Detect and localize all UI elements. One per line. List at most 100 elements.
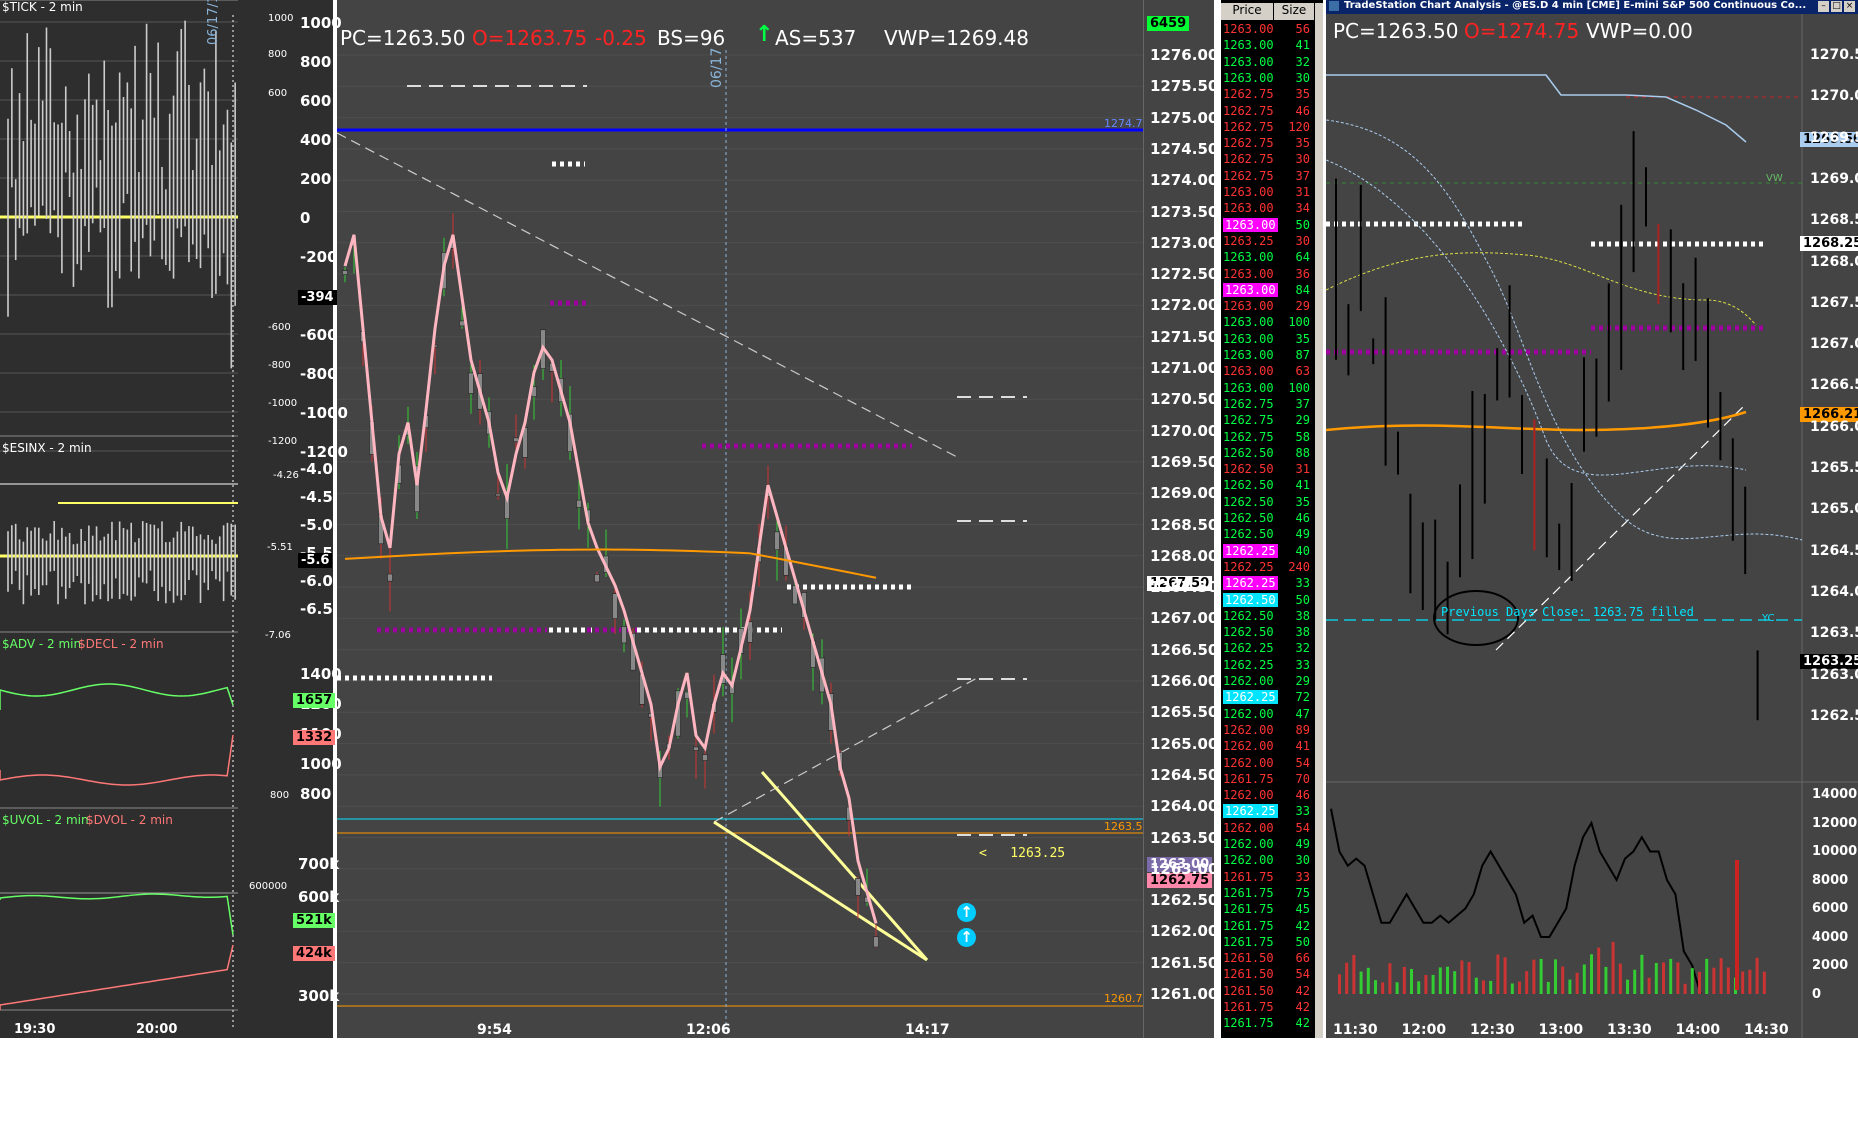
dom-row[interactable]: 1263.00 63	[1221, 364, 1322, 380]
dom-row[interactable]: 1262.00 49	[1221, 837, 1322, 853]
dom-row[interactable]: 1261.75 50	[1221, 935, 1322, 951]
dom-row[interactable]: 1261.50 54	[1221, 967, 1322, 983]
dom-row[interactable]: 1262.00 46	[1221, 788, 1322, 804]
volume-bar	[1618, 963, 1622, 994]
dom-row[interactable]: 1261.75 45	[1221, 902, 1322, 918]
dom-size: 35	[1295, 331, 1310, 346]
dom-row[interactable]: 1263.00 32	[1221, 55, 1322, 71]
volume-bar	[1647, 977, 1651, 994]
dom-price: 1262.50	[1223, 462, 1274, 477]
dom-row[interactable]: 1263.00 31	[1221, 185, 1322, 201]
dom-price: 1262.50	[1223, 478, 1274, 493]
dom-row[interactable]: 1262.25 32	[1221, 641, 1322, 657]
volume-axis-label: 8000	[1812, 872, 1849, 888]
dom-price: 1262.25	[1223, 804, 1278, 819]
dom-row[interactable]: 1262.00 54	[1221, 821, 1322, 837]
dom-row[interactable]: 1262.00 30	[1221, 853, 1322, 869]
volume-bar	[1568, 979, 1572, 994]
dom-row[interactable]: 1263.00 64	[1221, 250, 1322, 266]
dom-row[interactable]: 1262.25 40	[1221, 543, 1322, 560]
tick-small-label: 800	[268, 49, 288, 60]
left-indicator-plots	[0, 0, 278, 1030]
right-time-label: 12:30	[1470, 1022, 1515, 1038]
dom-size: 100	[1288, 315, 1310, 330]
dom-row[interactable]: 1262.75 58	[1221, 430, 1322, 446]
dom-row[interactable]: 1263.00 84	[1221, 282, 1322, 299]
dom-row[interactable]: 1262.75 35	[1221, 136, 1322, 152]
dom-size: 120	[1288, 119, 1310, 134]
dom-row[interactable]: 1262.25 240	[1221, 560, 1322, 576]
dom-row[interactable]: 1262.50 31	[1221, 462, 1322, 478]
dom-size: 54	[1295, 967, 1310, 982]
right-time-label: 12:00	[1401, 1022, 1447, 1038]
dom-scrollbar[interactable]	[1315, 3, 1323, 1038]
dom-row[interactable]: 1262.75 30	[1221, 152, 1322, 168]
volume-axis-label: 4000	[1812, 929, 1849, 945]
dom-row[interactable]: 1262.00 47	[1221, 707, 1322, 723]
dom-row[interactable]: 1262.75 37	[1221, 397, 1322, 413]
dom-row[interactable]: 1261.75 42	[1221, 1000, 1322, 1016]
dom-row[interactable]: 1262.75 46	[1221, 104, 1322, 120]
volume-bar	[1611, 941, 1615, 994]
dom-row[interactable]: 1263.00 41	[1221, 38, 1322, 54]
dom-size: 58	[1295, 429, 1310, 444]
dom-price: 1261.75	[1223, 918, 1274, 933]
dom-row[interactable]: 1263.00 56	[1221, 22, 1322, 38]
dom-row[interactable]: 1262.75 29	[1221, 413, 1322, 429]
volume-bar	[1654, 962, 1658, 994]
depth-of-market-ladder[interactable]: Price Size 1263.00 56 1263.00 41 1263.00 32 12…	[1221, 0, 1323, 1038]
dom-row[interactable]: 1262.50 50	[1221, 592, 1322, 609]
dom-row[interactable]: 1262.50 88	[1221, 446, 1322, 462]
volume-bar	[1561, 966, 1565, 994]
dom-row[interactable]: 1262.50 38	[1221, 609, 1322, 625]
dom-row[interactable]: 1263.00 34	[1221, 201, 1322, 217]
price-axis-label: 1265.50	[1150, 703, 1219, 722]
volume-bar	[1431, 974, 1435, 994]
dom-row[interactable]: 1263.00 29	[1221, 299, 1322, 315]
dom-header-price[interactable]: Price	[1221, 3, 1273, 20]
dom-row[interactable]: 1262.00 54	[1221, 756, 1322, 772]
dom-row[interactable]: 1261.75 42	[1221, 1016, 1322, 1032]
dom-row[interactable]: 1262.25 33	[1221, 576, 1322, 592]
dom-size: 75	[1295, 885, 1310, 900]
dom-row[interactable]: 1263.00 50	[1221, 217, 1322, 234]
dom-row[interactable]: 1263.25 30	[1221, 234, 1322, 250]
price-axis-label: 1262.50	[1150, 891, 1219, 910]
dom-row[interactable]: 1262.75 37	[1221, 169, 1322, 185]
dom-row[interactable]: 1263.00 36	[1221, 267, 1322, 283]
dom-row[interactable]: 1263.00 35	[1221, 332, 1322, 348]
dom-row[interactable]: 1262.50 41	[1221, 478, 1322, 494]
dom-row[interactable]: 1261.75 70	[1221, 772, 1322, 788]
dom-size: 72	[1295, 690, 1310, 705]
dom-row[interactable]: 1261.50 42	[1221, 984, 1322, 1000]
dom-row[interactable]: 1262.50 38	[1221, 625, 1322, 641]
dom-row[interactable]: 1262.25 72	[1221, 690, 1322, 706]
dom-row[interactable]: 1262.00 41	[1221, 739, 1322, 755]
dom-row[interactable]: 1263.00 30	[1221, 71, 1322, 87]
dom-row[interactable]: 1263.00 100	[1221, 315, 1322, 331]
dom-size: 42	[1295, 983, 1310, 998]
esinx-axis-label: -4.0	[300, 460, 333, 478]
dom-price: 1263.00	[1223, 185, 1274, 199]
tick-small-label: -1200	[268, 436, 298, 447]
dom-size: 42	[1295, 918, 1310, 933]
dom-row[interactable]: 1263.00 87	[1221, 348, 1322, 364]
right-chart-plot	[1326, 14, 1858, 1038]
dom-row[interactable]: 1261.75 75	[1221, 886, 1322, 902]
dom-row[interactable]: 1262.75 120	[1221, 120, 1322, 136]
dom-row[interactable]: 1262.25 33	[1221, 804, 1322, 820]
dom-row[interactable]: 1262.50 46	[1221, 511, 1322, 527]
dom-row[interactable]: 1262.25 33	[1221, 658, 1322, 674]
dom-row[interactable]: 1261.50 66	[1221, 951, 1322, 967]
dom-row[interactable]: 1262.50 35	[1221, 495, 1322, 511]
dom-row[interactable]: 1262.50 49	[1221, 527, 1322, 543]
dom-row[interactable]: 1262.75 35	[1221, 87, 1322, 103]
dom-row[interactable]: 1262.00 89	[1221, 723, 1322, 739]
dom-row[interactable]: 1262.00 29	[1221, 674, 1322, 690]
dom-size: 42	[1295, 1016, 1310, 1031]
dom-row[interactable]: 1261.75 33	[1221, 870, 1322, 886]
tick-title: $TICK - 2 min	[2, 0, 83, 14]
dom-row[interactable]: 1261.75 42	[1221, 919, 1322, 935]
dom-row[interactable]: 1263.00 100	[1221, 381, 1322, 397]
dom-header-size[interactable]: Size	[1274, 3, 1314, 20]
